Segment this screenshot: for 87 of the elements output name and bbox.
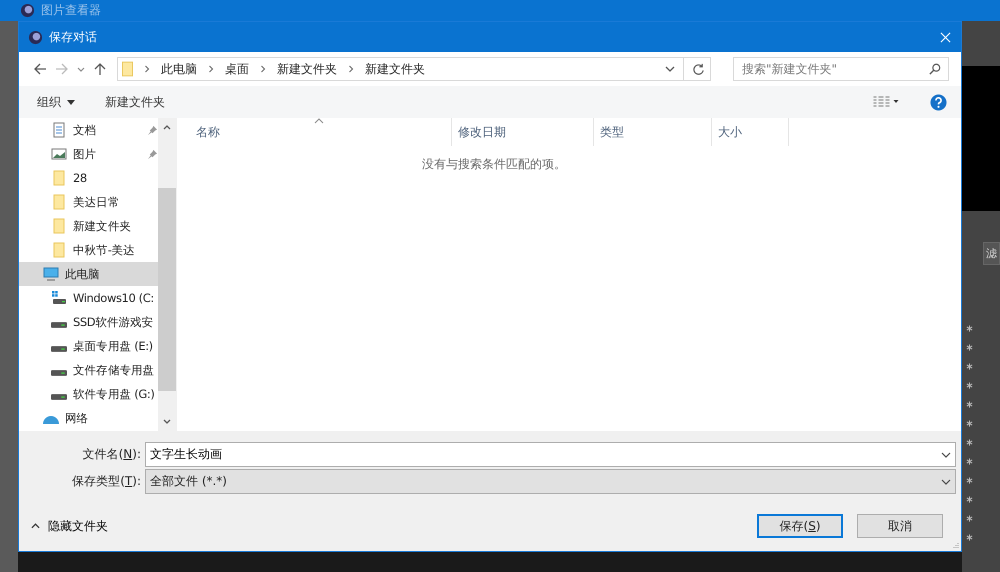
asterisk-icon [966, 344, 973, 351]
address-bar[interactable]: 此电脑 桌面 新建文件夹 新建文件夹 [117, 57, 711, 81]
navigation-item[interactable]: 网络 [19, 406, 158, 430]
image-icon [51, 146, 67, 162]
breadcrumb[interactable]: 桌面 [225, 60, 249, 78]
asterisk-icon [966, 382, 973, 389]
scrollbar-thumb[interactable] [158, 188, 176, 391]
empty-message: 没有与搜索条件匹配的项。 [421, 156, 567, 173]
drive-icon [51, 322, 67, 328]
search-icon [929, 63, 941, 75]
breadcrumb[interactable]: 新建文件夹 [277, 60, 337, 78]
pin-icon[interactable] [147, 148, 158, 160]
refresh-icon[interactable] [692, 62, 705, 76]
asterisk-icon [966, 363, 973, 370]
panel-tab[interactable]: 滤 [983, 242, 1000, 264]
asterisk-icon [966, 496, 973, 503]
navigation-item[interactable]: 软件专用盘 (G:) [19, 382, 158, 406]
navigation-item[interactable]: 美达日常 [19, 190, 158, 214]
new-folder-button[interactable]: 新建文件夹 [105, 92, 165, 112]
chevron-right-icon [208, 65, 214, 73]
asterisk-icon [966, 420, 973, 427]
pin-icon[interactable] [147, 124, 158, 136]
drive-icon [51, 394, 67, 400]
document-icon [51, 122, 67, 138]
chevron-down-icon[interactable] [665, 65, 675, 73]
chevron-right-icon [144, 65, 150, 73]
computer-icon [43, 266, 59, 282]
file-type-dropdown[interactable]: 全部文件 (*.*) [145, 469, 956, 494]
chevron-right-icon [348, 65, 354, 73]
chevron-right-icon [260, 65, 266, 73]
navigation-item[interactable]: 文档 [19, 118, 158, 142]
file-name-field[interactable]: 文字生长动画 [145, 442, 956, 467]
asterisk-icon [966, 477, 973, 484]
organize-button[interactable]: 组织 [37, 92, 75, 112]
navigation-item[interactable]: Windows10 (C: [19, 286, 158, 310]
folder-icon [51, 242, 67, 258]
chevron-down-icon[interactable] [163, 419, 171, 425]
folder-icon [51, 218, 67, 234]
navigation-item[interactable]: 28 [19, 166, 158, 190]
folder-icon [51, 194, 67, 210]
navigation-item[interactable]: 桌面专用盘 (E:) [19, 334, 158, 358]
caret-up-icon[interactable] [31, 523, 40, 529]
asterisk-icon [966, 401, 973, 408]
resize-grip-icon[interactable] [952, 542, 960, 550]
drive-icon [51, 370, 67, 376]
close-icon[interactable] [940, 32, 951, 42]
search-field[interactable]: 搜索"新建文件夹" [733, 57, 949, 81]
navigation-item[interactable]: 新建文件夹 [19, 214, 158, 238]
help-icon[interactable] [930, 94, 947, 110]
back-arrow-icon[interactable] [33, 62, 47, 76]
scrollbar[interactable] [158, 118, 176, 431]
navigation-item[interactable]: 文件存储专用盘 [19, 358, 158, 382]
navigation-item[interactable]: 中秋节-美达 [19, 238, 158, 262]
drive-icon [51, 346, 67, 352]
background-window-title: 图片查看器 [41, 2, 101, 19]
asterisk-icon [966, 458, 973, 465]
chevron-down-icon[interactable] [941, 478, 951, 484]
save-button[interactable]: 保存(S) [757, 514, 843, 538]
chevron-down-icon[interactable] [941, 452, 951, 458]
navigation-item[interactable]: 图片 [19, 142, 158, 166]
asterisk-icon [966, 439, 973, 446]
column-header[interactable]: 大小 [712, 118, 789, 146]
hide-folders-button[interactable]: 隐藏文件夹 [31, 518, 108, 534]
app-logo-icon [28, 30, 43, 44]
column-header[interactable]: 修改日期 [452, 118, 594, 146]
folder-icon [51, 170, 67, 186]
breadcrumb[interactable]: 此电脑 [161, 60, 197, 78]
breadcrumb[interactable]: 新建文件夹 [365, 60, 425, 78]
field-label: 文件名(N): [82, 446, 142, 463]
navigation-item[interactable]: SSD软件游戏安 [19, 310, 158, 334]
asterisk-icon [966, 534, 973, 541]
sort-caret-icon [314, 118, 324, 124]
column-header[interactable]: 名称 [177, 118, 452, 146]
column-header[interactable]: 类型 [594, 118, 712, 146]
network-icon [43, 416, 59, 424]
folder-icon [122, 61, 133, 77]
chevron-up-icon[interactable] [163, 124, 171, 130]
asterisk-icon [966, 515, 973, 522]
caret-down-icon[interactable] [67, 100, 75, 104]
app-logo-icon [20, 3, 35, 18]
cancel-button[interactable]: 取消 [857, 514, 943, 538]
windows-drive-icon [51, 290, 67, 306]
navigation-item[interactable]: 此电脑 [19, 262, 158, 286]
dialog-title: 保存对话 [49, 28, 98, 46]
up-arrow-icon[interactable] [93, 62, 107, 76]
asterisk-icon [966, 325, 973, 332]
field-label: 保存类型(T): [71, 473, 142, 490]
